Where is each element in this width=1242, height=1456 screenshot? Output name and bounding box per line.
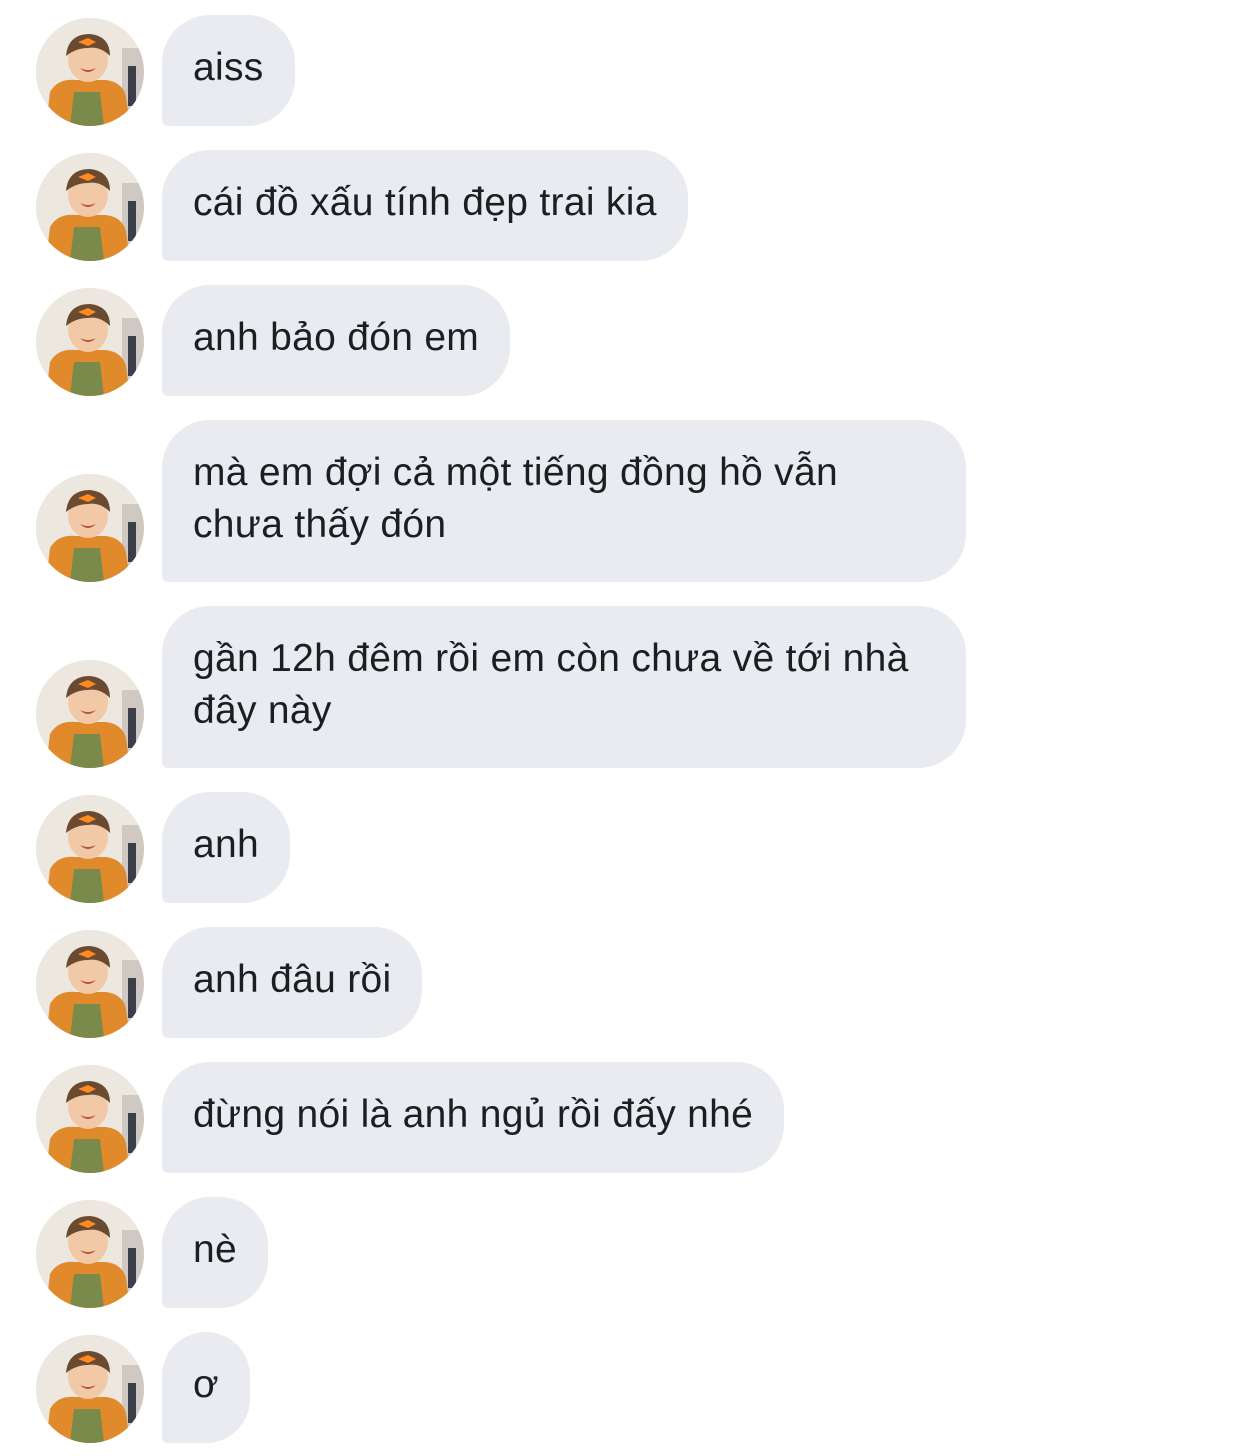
avatar[interactable]	[36, 288, 144, 396]
message-row: aiss	[0, 15, 1242, 126]
message-bubble[interactable]: anh đâu rồi	[162, 927, 423, 1038]
message-row: mà em đợi cả một tiếng đồng hồ vẫn chưa …	[0, 420, 1242, 582]
avatar-photo-icon	[36, 288, 144, 396]
avatar[interactable]	[36, 18, 144, 126]
avatar[interactable]	[36, 474, 144, 582]
message-bubble[interactable]: anh	[162, 792, 290, 903]
avatar[interactable]	[36, 153, 144, 261]
avatar-photo-icon	[36, 795, 144, 903]
message-row: cái đồ xấu tính đẹp trai kia	[0, 150, 1242, 261]
avatar-photo-icon	[36, 660, 144, 768]
message-bubble[interactable]: ơ	[162, 1332, 250, 1443]
avatar[interactable]	[36, 795, 144, 903]
message-bubble[interactable]: cái đồ xấu tính đẹp trai kia	[162, 150, 688, 261]
message-bubble[interactable]: mà em đợi cả một tiếng đồng hồ vẫn chưa …	[162, 420, 966, 582]
avatar[interactable]	[36, 660, 144, 768]
message-thread: aiss cái đồ xấu tính đẹp trai kia anh bả…	[0, 0, 1242, 1456]
avatar-photo-icon	[36, 1065, 144, 1173]
avatar[interactable]	[36, 1065, 144, 1173]
message-bubble[interactable]: anh bảo đón em	[162, 285, 511, 396]
avatar[interactable]	[36, 930, 144, 1038]
message-row: anh	[0, 792, 1242, 903]
message-bubble[interactable]: gần 12h đêm rồi em còn chưa về tới nhà đ…	[162, 606, 966, 768]
avatar-photo-icon	[36, 1200, 144, 1308]
avatar-photo-icon	[36, 930, 144, 1038]
avatar-photo-icon	[36, 18, 144, 126]
avatar-photo-icon	[36, 1335, 144, 1443]
avatar[interactable]	[36, 1200, 144, 1308]
avatar-photo-icon	[36, 474, 144, 582]
avatar-photo-icon	[36, 153, 144, 261]
message-bubble[interactable]: nè	[162, 1197, 268, 1308]
message-bubble[interactable]: aiss	[162, 15, 295, 126]
message-bubble[interactable]: đừng nói là anh ngủ rồi đấy nhé	[162, 1062, 785, 1173]
message-row: đừng nói là anh ngủ rồi đấy nhé	[0, 1062, 1242, 1173]
avatar[interactable]	[36, 1335, 144, 1443]
message-row: anh bảo đón em	[0, 285, 1242, 396]
message-row: gần 12h đêm rồi em còn chưa về tới nhà đ…	[0, 606, 1242, 768]
message-row: anh đâu rồi	[0, 927, 1242, 1038]
message-row: ơ	[0, 1332, 1242, 1443]
message-row: nè	[0, 1197, 1242, 1308]
